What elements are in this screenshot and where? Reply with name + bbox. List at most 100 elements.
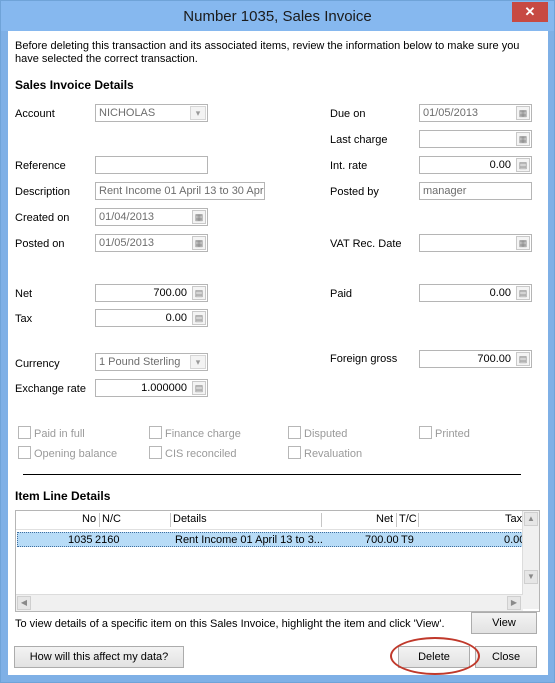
calendar-icon: ▦ xyxy=(192,210,206,224)
foreign-gross-label: Foreign gross xyxy=(330,353,398,365)
view-hint-text: To view details of a specific item on th… xyxy=(15,618,445,630)
vertical-scrollbar[interactable]: ▲ ▼ xyxy=(522,511,539,609)
calculator-icon: ▤ xyxy=(516,352,530,366)
cis-reconciled-checkbox: CIS reconciled xyxy=(149,446,237,460)
checkbox-box xyxy=(18,446,31,459)
title-bar[interactable]: Number 1035, Sales Invoice ✕ xyxy=(1,1,554,31)
posted-on-value: 01/05/2013 xyxy=(99,237,155,249)
column-header-net[interactable]: Net xyxy=(376,513,393,525)
foreign-gross-value: 700.00 xyxy=(477,353,511,365)
row-no: 1035 xyxy=(68,534,93,546)
paid-label: Paid xyxy=(330,288,353,300)
exchange-rate-label: Exchange rate xyxy=(15,383,86,395)
account-label: Account xyxy=(15,108,55,120)
checkbox-box xyxy=(149,426,162,439)
row-nc: 2160 xyxy=(95,534,120,546)
paid-in-full-checkbox: Paid in full xyxy=(18,426,85,440)
int-rate-field: 0.00 ▤ xyxy=(419,156,532,174)
revaluation-label: Revaluation xyxy=(304,448,363,460)
checkbox-box xyxy=(149,446,162,459)
horizontal-scrollbar[interactable]: ◀ ▶ xyxy=(16,594,523,611)
disputed-checkbox: Disputed xyxy=(288,426,347,440)
last-charge-value: / / xyxy=(441,147,459,148)
posted-on-label: Posted on xyxy=(15,238,65,250)
paid-in-full-label: Paid in full xyxy=(34,428,85,440)
cis-reconciled-label: CIS reconciled xyxy=(165,448,237,460)
column-header-details[interactable]: Details xyxy=(173,513,207,525)
column-separator xyxy=(170,513,171,527)
vat-rec-date-field: / / ▦ xyxy=(419,234,532,252)
calculator-icon: ▤ xyxy=(516,286,530,300)
calendar-icon: ▦ xyxy=(516,236,530,250)
checkbox-box xyxy=(419,426,432,439)
calculator-icon: ▤ xyxy=(192,311,206,325)
posted-on-field: 01/05/2013 ▦ xyxy=(95,234,208,252)
posted-by-label: Posted by xyxy=(330,186,379,198)
section-divider xyxy=(23,474,521,475)
row-net: 700.00 xyxy=(365,534,399,546)
scroll-up-icon[interactable]: ▲ xyxy=(524,512,538,526)
checkbox-box xyxy=(288,426,301,439)
net-field: 700.00 ▤ xyxy=(95,284,208,302)
posted-by-field: manager xyxy=(419,182,532,200)
column-header-tax[interactable]: Tax xyxy=(505,513,522,525)
paid-value: 0.00 xyxy=(489,287,511,299)
column-header-tc[interactable]: T/C xyxy=(399,513,417,525)
row-tc: T9 xyxy=(401,534,414,546)
column-separator xyxy=(418,513,419,527)
checkbox-box xyxy=(288,446,301,459)
due-on-value: 01/05/2013 xyxy=(423,107,479,119)
created-on-value: 01/04/2013 xyxy=(99,211,155,223)
opening-balance-checkbox: Opening balance xyxy=(18,446,117,460)
column-separator xyxy=(396,513,397,527)
due-on-label: Due on xyxy=(330,108,366,120)
printed-checkbox: Printed xyxy=(419,426,470,440)
chevron-down-icon: ▾ xyxy=(190,106,206,120)
exchange-rate-value: 1.000000 xyxy=(141,382,187,394)
calendar-icon: ▦ xyxy=(192,236,206,250)
chevron-down-icon: ▾ xyxy=(190,355,206,369)
close-button[interactable]: Close xyxy=(475,646,537,668)
tax-field: 0.00 ▤ xyxy=(95,309,208,327)
last-charge-label: Last charge xyxy=(330,134,388,146)
calculator-icon: ▤ xyxy=(516,158,530,172)
tax-value: 0.00 xyxy=(165,312,187,324)
row-details: Rent Income 01 April 13 to 3... xyxy=(175,534,323,546)
scroll-left-icon[interactable]: ◀ xyxy=(17,596,31,610)
opening-balance-label: Opening balance xyxy=(34,448,118,460)
dialog-body: Before deleting this transaction and its… xyxy=(8,31,548,675)
reference-field xyxy=(95,156,208,174)
grid-header: No N/C Details Net T/C Tax xyxy=(16,511,525,530)
account-value: NICHOLAS xyxy=(99,107,156,119)
column-separator xyxy=(321,513,322,527)
currency-value: 1 Pound Sterling xyxy=(99,356,181,368)
printed-label: Printed xyxy=(435,428,470,440)
paid-field: 0.00 ▤ xyxy=(419,284,532,302)
column-header-no[interactable]: No xyxy=(82,513,96,525)
scroll-right-icon[interactable]: ▶ xyxy=(507,596,521,610)
reference-label: Reference xyxy=(15,160,66,172)
disputed-label: Disputed xyxy=(304,428,348,440)
column-header-nc[interactable]: N/C xyxy=(102,513,121,525)
view-button[interactable]: View xyxy=(471,612,537,634)
calculator-icon: ▤ xyxy=(192,381,206,395)
int-rate-value: 0.00 xyxy=(489,159,511,171)
created-on-label: Created on xyxy=(15,212,70,224)
table-row[interactable]: 1035 2160 Rent Income 01 April 13 to 3..… xyxy=(17,532,525,547)
close-window-button[interactable]: ✕ xyxy=(512,2,548,22)
highlight-annotation xyxy=(390,637,480,675)
window-title: Number 1035, Sales Invoice xyxy=(183,8,372,25)
affect-data-button[interactable]: How will this affect my data? xyxy=(14,646,184,668)
finance-charge-label: Finance charge xyxy=(165,428,241,440)
dialog-window: Number 1035, Sales Invoice ✕ Before dele… xyxy=(0,0,555,683)
item-line-grid[interactable]: No N/C Details Net T/C Tax 1035 2160 Ren… xyxy=(15,510,540,612)
item-line-details-heading: Item Line Details xyxy=(15,489,111,503)
sales-invoice-details-heading: Sales Invoice Details xyxy=(15,78,134,92)
calculator-icon: ▤ xyxy=(192,286,206,300)
description-field: Rent Income 01 April 13 to 30 April xyxy=(95,182,265,200)
int-rate-label: Int. rate xyxy=(330,160,368,172)
scroll-down-icon[interactable]: ▼ xyxy=(524,570,538,584)
vat-rec-date-label: VAT Rec. Date xyxy=(330,238,402,250)
created-on-field: 01/04/2013 ▦ xyxy=(95,208,208,226)
last-charge-field: / / ▦ xyxy=(419,130,532,148)
